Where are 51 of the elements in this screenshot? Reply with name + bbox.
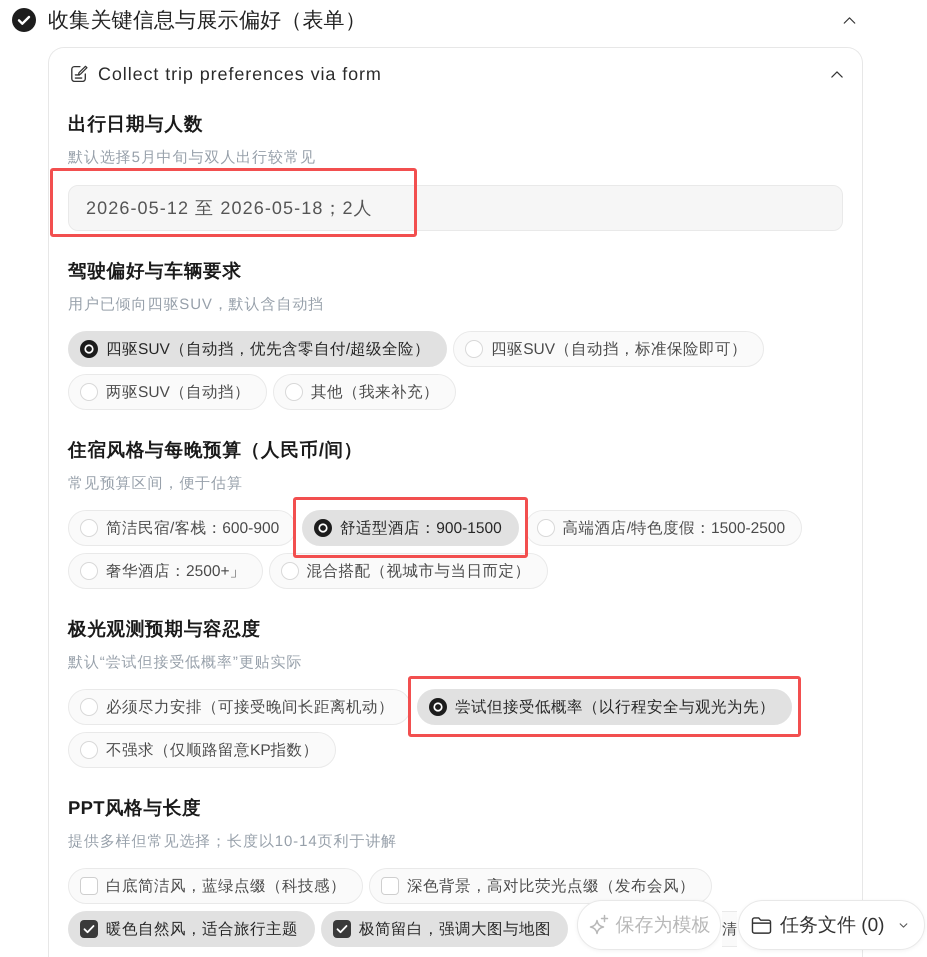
option-chip[interactable]: 白底简洁风，蓝绿点缀（科技感） (68, 868, 363, 904)
folder-icon (751, 916, 772, 934)
option-chip[interactable]: 舒适型酒店：900-1500 (302, 510, 519, 546)
chevron-up-icon[interactable] (831, 70, 843, 78)
radio-icon (536, 519, 555, 537)
task-files-button[interactable]: 任务文件 (0) (738, 900, 925, 950)
section-hint: 默认选择5月中旬与双人出行较常见 (68, 148, 316, 168)
radio-selected-icon (80, 340, 98, 358)
radio-icon (465, 340, 484, 358)
radio-icon (80, 383, 98, 401)
sparkle-plus-icon (588, 914, 610, 936)
radio-icon (80, 562, 98, 580)
section-title: 极光观测预期与容忍度 (68, 617, 261, 641)
input-field[interactable]: 2026-05-12 至 2026-05-18；2人 (68, 185, 843, 231)
section-hint: 默认“尝试但接受低概率”更贴实际 (68, 653, 302, 673)
option-chip[interactable]: 暖色自然风，适合旅行主题 (68, 911, 315, 947)
checkbox-icon (381, 877, 399, 895)
radio-selected-icon (314, 519, 332, 537)
section-title: 住宿风格与每晚预算（人民币/间） (68, 438, 363, 462)
checkbox-icon (80, 877, 98, 895)
checkbox-checked-icon (80, 920, 98, 938)
card-title: Collect trip preferences via form (98, 64, 382, 84)
section-hint: 提供多样但常见选择；长度以10-14页利于讲解 (68, 832, 398, 852)
option-chip[interactable]: 两驱SUV（自动挡） (68, 374, 267, 410)
radio-icon (284, 383, 303, 401)
section-hint: 常见预算区间，便于估算 (68, 474, 243, 494)
section-hint: 用户已倾向四驱SUV，默认含自动挡 (68, 295, 324, 315)
option-chip[interactable]: 奢华酒店：2500+」 (68, 553, 263, 589)
step-title: 收集关键信息与展示偏好（表单） (48, 8, 366, 34)
chevron-down-icon (898, 922, 908, 928)
option-chip[interactable]: 其他（我来补充） (272, 374, 456, 410)
radio-icon (280, 562, 299, 580)
option-chip[interactable]: 四驱SUV（自动挡，标准保险即可） (453, 331, 764, 367)
radio-icon (80, 741, 98, 759)
checkbox-checked-icon (333, 920, 351, 938)
radio-icon (80, 698, 98, 716)
option-chip[interactable]: 不强求（仅顺路留意KP指数） (68, 732, 336, 768)
section-title: 出行日期与人数 (68, 112, 204, 136)
option-chip[interactable]: 清 (722, 911, 737, 947)
option-chip[interactable]: 深色背景，高对比荧光点缀（发布会风） (369, 868, 712, 904)
option-chip[interactable]: 尝试但接受低概率（以行程安全与观光为先） (417, 689, 792, 725)
option-chip[interactable]: 混合搭配（视城市与当日而定） (268, 553, 548, 589)
radio-icon (80, 519, 98, 537)
option-chip[interactable]: 四驱SUV（自动挡，优先含零自付/超级全险） (68, 331, 448, 367)
section-title: 驾驶偏好与车辆要求 (68, 259, 242, 283)
option-chip[interactable]: 必须尽力安排（可接受晚间长距离机动） (68, 689, 411, 725)
edit-note-icon (70, 65, 88, 83)
option-chip[interactable]: 极简留白，强调大图与地图 (321, 911, 568, 947)
radio-selected-icon (429, 698, 447, 716)
section-title: PPT风格与长度 (68, 796, 202, 820)
chevron-up-icon[interactable] (843, 16, 856, 24)
